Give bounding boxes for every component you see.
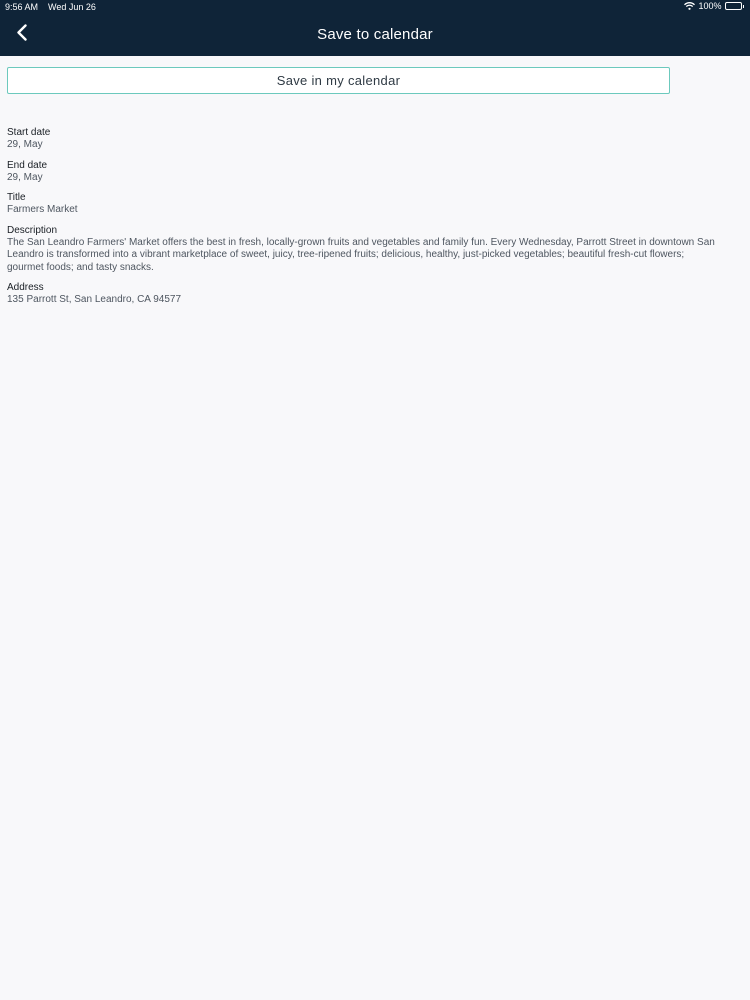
event-details: Start date 29, May End date 29, May Titl… <box>7 126 719 314</box>
description-value: The San Leandro Farmers' Market offers t… <box>7 236 715 273</box>
wifi-icon <box>684 2 696 10</box>
status-date: Wed Jun 26 <box>48 2 96 12</box>
save-to-calendar-screen: 9:56 AM Wed Jun 26 100% Save to calendar… <box>0 0 750 1000</box>
status-bar: 9:56 AM Wed Jun 26 100% <box>0 0 750 14</box>
start-date-field: Start date 29, May <box>7 126 719 152</box>
address-value: 135 Parrott St, San Leandro, CA 94577 <box>7 294 182 305</box>
description-label: Description <box>7 224 58 236</box>
end-date-label: End date <box>7 159 48 171</box>
page-title: Save to calendar <box>317 26 433 43</box>
battery-percent: 100% <box>698 1 722 11</box>
title-value: Farmers Market <box>7 204 78 215</box>
description-field: Description The San Leandro Farmers' Mar… <box>7 224 719 275</box>
address-label: Address <box>7 282 44 293</box>
title-label: Title <box>7 192 26 203</box>
address-field: Address 135 Parrott St, San Leandro, CA … <box>7 281 719 307</box>
title-field: Title Farmers Market <box>7 191 719 217</box>
status-indicators: 100% <box>684 1 744 11</box>
navigation-header: 9:56 AM Wed Jun 26 100% Save to calendar <box>0 0 750 56</box>
start-date-label: Start date <box>7 127 51 138</box>
battery-icon <box>724 2 744 10</box>
end-date-value: 29, May <box>7 171 43 183</box>
start-date-value: 29, May <box>7 139 43 150</box>
status-time: 9:56 AM <box>5 2 39 12</box>
end-date-field: End date 29, May <box>7 159 719 185</box>
save-in-calendar-button[interactable]: Save in my calendar <box>7 67 670 94</box>
